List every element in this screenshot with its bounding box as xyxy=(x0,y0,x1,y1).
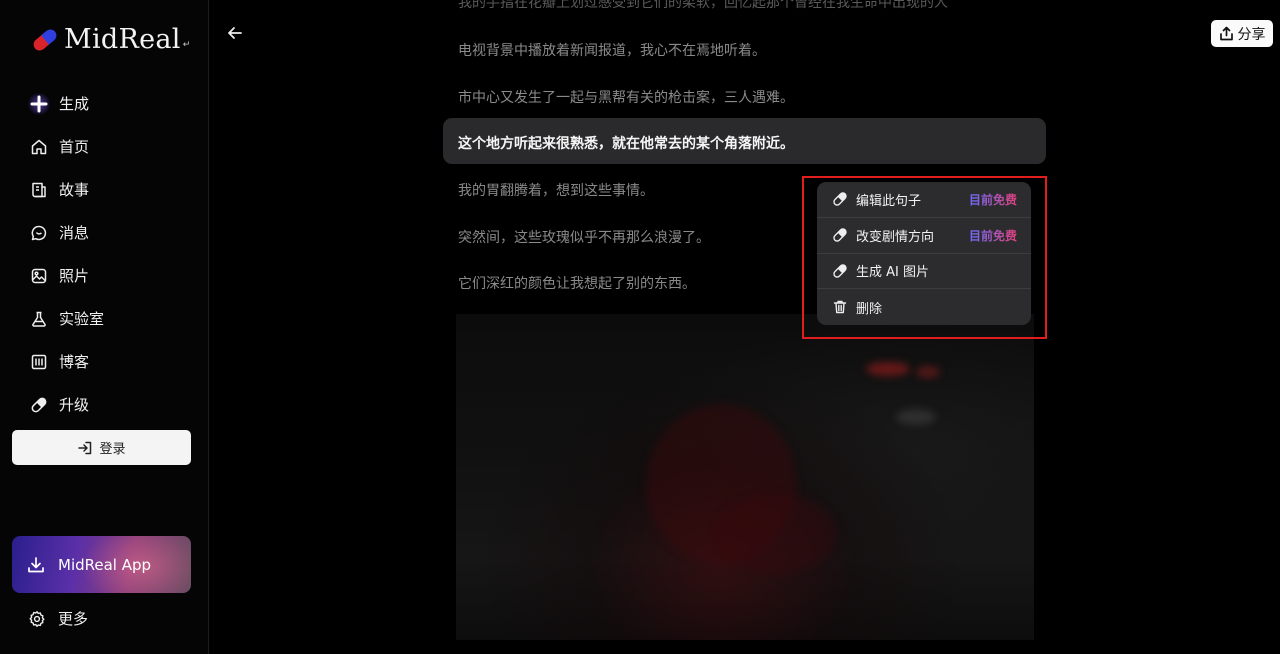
sidebar-item-label: 首页 xyxy=(59,138,90,156)
login-label: 登录 xyxy=(99,442,126,457)
sidebar-item-upgrade[interactable]: 升级 xyxy=(28,383,104,426)
sidebar-item-photos[interactable]: 照片 xyxy=(28,254,104,297)
share-icon xyxy=(1219,26,1233,41)
menu-item-generate-image[interactable]: 生成 AI 图片 xyxy=(817,254,1031,290)
more-label: 更多 xyxy=(58,610,89,628)
menu-item-change-plot[interactable]: 改变剧情方向 目前免费 xyxy=(817,218,1031,254)
flask-icon xyxy=(28,308,50,330)
pill-icon xyxy=(28,394,50,416)
story-icon xyxy=(28,179,50,201)
menu-item-delete[interactable]: 删除 xyxy=(817,289,1031,325)
story-line[interactable]: 突然间，这些玫瑰似乎不再那么浪漫了。 xyxy=(458,227,710,247)
plus-icon xyxy=(28,92,50,115)
sidebar-item-home[interactable]: 首页 xyxy=(28,125,104,168)
download-icon xyxy=(28,556,44,572)
story-line[interactable]: 我的胃翻腾着，想到这些事情。 xyxy=(458,180,654,200)
selected-story-line[interactable]: 这个地方听起来很熟悉，就在他常去的某个角落附近。 xyxy=(458,133,794,153)
download-app-button[interactable]: MidReal App xyxy=(12,536,191,593)
story-line[interactable]: 它们深红的颜色让我想起了别的东西。 xyxy=(458,273,696,293)
menu-item-label: 编辑此句子 xyxy=(856,193,922,209)
home-icon xyxy=(28,136,50,158)
sidebar-item-label: 升级 xyxy=(59,396,90,414)
back-button[interactable] xyxy=(226,24,244,46)
login-icon xyxy=(78,441,92,454)
sidebar-item-label: 照片 xyxy=(59,267,90,285)
pill-logo-icon xyxy=(30,25,60,55)
menu-item-label: 生成 AI 图片 xyxy=(856,265,929,281)
login-button[interactable]: 登录 xyxy=(12,430,191,465)
sidebar-item-blog[interactable]: 博客 xyxy=(28,340,104,383)
share-button[interactable]: 分享 xyxy=(1211,20,1273,47)
logo-mark: ↵ xyxy=(182,39,191,50)
photo-icon xyxy=(28,265,50,287)
sidebar-item-label: 博客 xyxy=(59,353,90,371)
pill-icon xyxy=(831,190,849,208)
gear-icon xyxy=(29,610,45,627)
sidebar-item-label: 实验室 xyxy=(59,310,105,328)
menu-item-label: 删除 xyxy=(856,301,883,317)
pill-icon xyxy=(831,262,849,280)
app-root: MidReal ↵ 生成 首页 故事 消息 照片 实验室 博客 升级 登录 Mi… xyxy=(0,0,1280,654)
sidebar-item-label: 消息 xyxy=(59,224,90,242)
pill-icon xyxy=(831,226,849,244)
app-button-label: MidReal App xyxy=(58,555,152,574)
blog-icon xyxy=(28,351,50,373)
sidebar-item-generate[interactable]: 生成 xyxy=(28,82,104,125)
menu-item-edit-sentence[interactable]: 编辑此句子 目前免费 xyxy=(817,182,1031,218)
logo-text: MidReal xyxy=(64,24,181,55)
logo[interactable]: MidReal ↵ xyxy=(30,24,190,55)
sidebar-nav: 生成 首页 故事 消息 照片 实验室 博客 升级 xyxy=(28,82,104,426)
context-menu: 编辑此句子 目前免费 改变剧情方向 目前免费 生成 AI 图片 删除 xyxy=(817,182,1031,325)
message-icon xyxy=(28,222,50,244)
share-label: 分享 xyxy=(1237,26,1266,43)
free-badge: 目前免费 xyxy=(968,228,1017,243)
sidebar-item-messages[interactable]: 消息 xyxy=(28,211,104,254)
free-badge: 目前免费 xyxy=(968,192,1017,207)
story-line[interactable]: 我的手指在花瓣上划过感受到它们的柔软，回忆起那个曾经在我生命中出现的人 xyxy=(458,0,948,12)
story-image xyxy=(456,314,1034,640)
sidebar-item-label: 故事 xyxy=(59,181,90,199)
story-line[interactable]: 市中心又发生了一起与黑帮有关的枪击案，三人遇难。 xyxy=(458,87,794,107)
sidebar-item-lab[interactable]: 实验室 xyxy=(28,297,104,340)
trash-icon xyxy=(831,298,849,316)
sidebar: MidReal ↵ 生成 首页 故事 消息 照片 实验室 博客 升级 登录 Mi… xyxy=(0,0,209,654)
more-button[interactable]: 更多 xyxy=(28,608,88,629)
arrow-left-icon xyxy=(228,27,242,39)
sidebar-item-story[interactable]: 故事 xyxy=(28,168,104,211)
menu-item-label: 改变剧情方向 xyxy=(856,229,935,245)
sidebar-item-label: 生成 xyxy=(59,95,90,113)
story-line[interactable]: 电视背景中播放着新闻报道，我心不在焉地听着。 xyxy=(458,40,766,60)
